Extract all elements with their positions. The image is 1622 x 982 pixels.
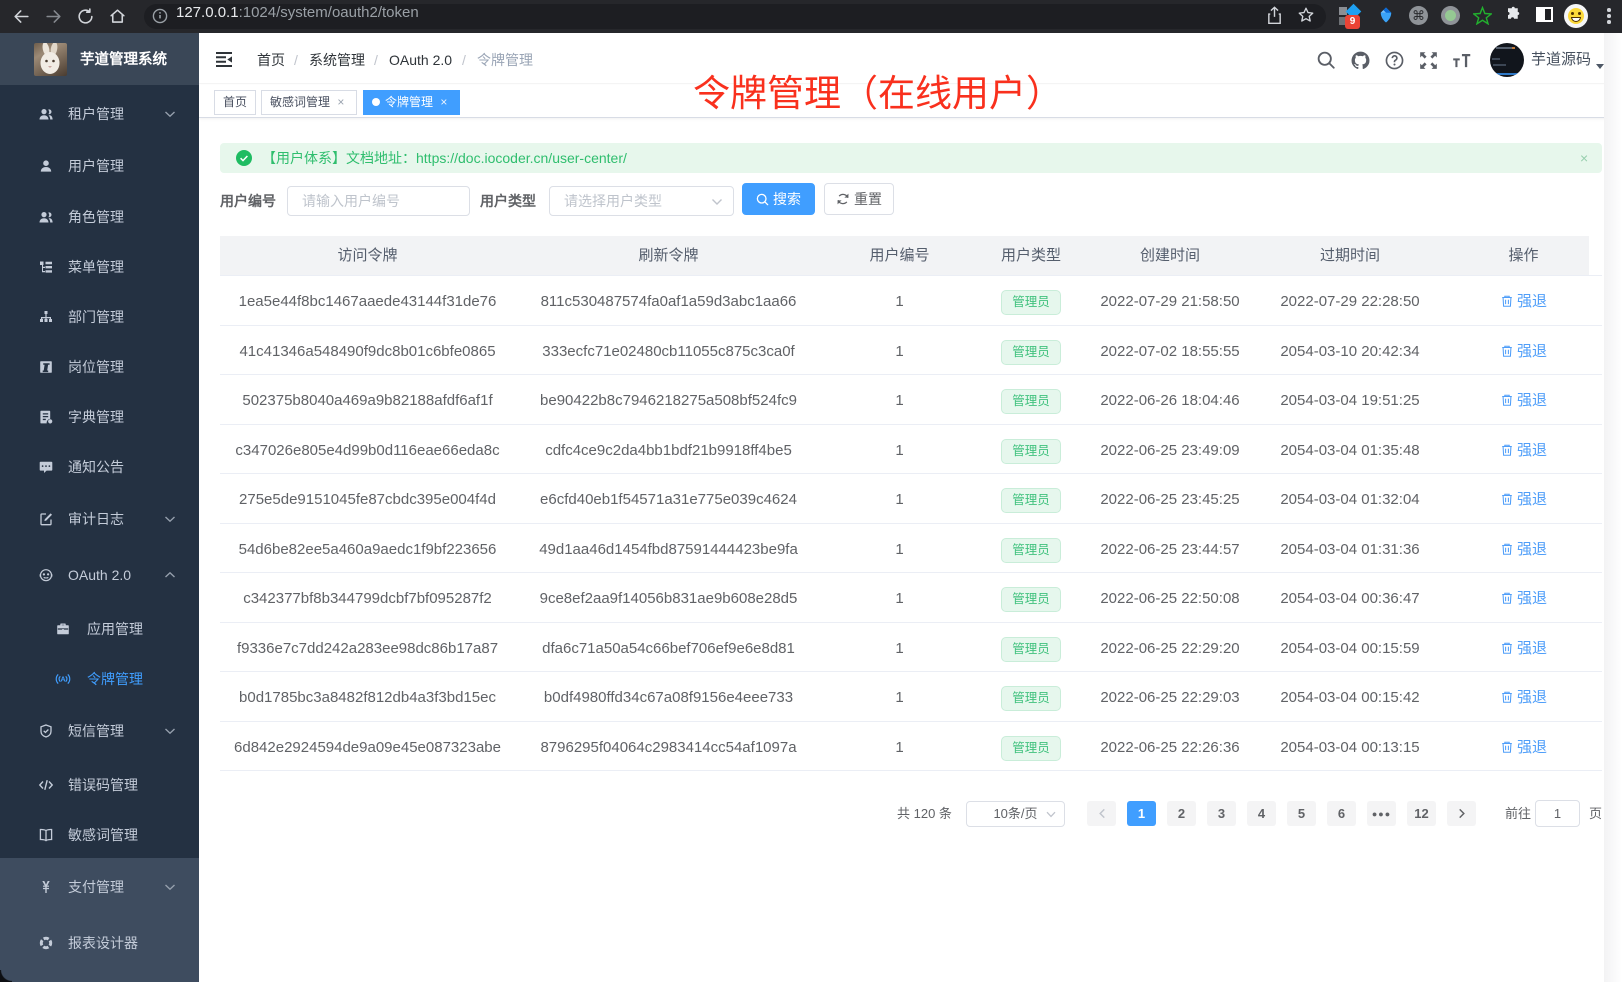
svg-text:A: A xyxy=(60,677,65,684)
